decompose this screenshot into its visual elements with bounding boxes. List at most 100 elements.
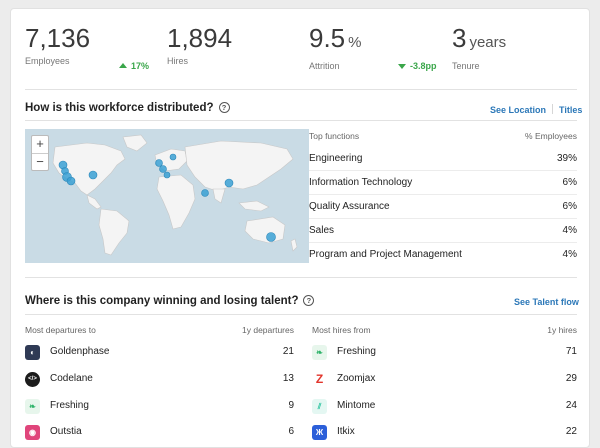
hires-value-header: 1y hires	[547, 325, 577, 335]
company-name: Goldenphase	[50, 346, 110, 357]
location-marker[interactable]	[169, 153, 177, 161]
stat-unit: years	[469, 34, 507, 51]
divider	[25, 277, 577, 278]
help-icon[interactable]: ?	[218, 102, 230, 113]
zoom-out-button[interactable]: −	[32, 153, 48, 170]
company-value: 6	[288, 426, 294, 437]
function-pct: 6%	[562, 177, 577, 188]
departures-value-header: 1y departures	[242, 325, 294, 335]
stat-hires: 1,894 Hires	[167, 23, 232, 66]
location-marker[interactable]	[163, 171, 171, 179]
function-name: Information Technology	[309, 177, 413, 188]
location-marker[interactable]	[159, 165, 167, 173]
departure-row[interactable]: ❧ Freshing 9	[25, 399, 294, 425]
employees-delta: 17%	[119, 61, 149, 71]
location-marker[interactable]	[224, 178, 234, 188]
distribution-title: How is this workforce distributed??	[25, 102, 230, 114]
company-value: 22	[565, 426, 577, 437]
location-marker[interactable]	[201, 189, 209, 197]
section-underline	[25, 314, 577, 315]
company-name: Freshing	[50, 400, 89, 411]
arrow-down-icon	[398, 64, 406, 69]
company-name: Zoomjax	[337, 373, 376, 384]
stat-value: 1,894	[167, 23, 233, 53]
company-value: 13	[282, 373, 294, 384]
function-name: Sales	[309, 225, 335, 236]
delta-value: -3.8pp	[410, 61, 437, 71]
world-map[interactable]: + −	[25, 129, 309, 263]
hire-row[interactable]: ⫽ Mintome 24	[312, 399, 577, 425]
stat-label: Attrition	[309, 61, 340, 71]
company-name: Itkix	[337, 426, 355, 437]
hires-header: Most hires from	[312, 325, 371, 335]
function-name: Program and Project Management	[309, 249, 462, 260]
stat-value: 3	[452, 23, 467, 53]
function-pct: 39%	[556, 153, 577, 164]
company-value: 24	[565, 400, 577, 411]
function-row: Engineering 39%	[309, 153, 577, 177]
zoomjax-logo-icon: Z	[312, 372, 327, 387]
goldenphase-logo-icon: ◐	[25, 345, 40, 360]
company-name: Outstia	[50, 426, 82, 437]
world-map-graphic	[52, 134, 298, 256]
link-separator	[552, 104, 554, 114]
stat-unit: %	[348, 34, 362, 51]
company-value: 71	[565, 346, 577, 357]
departure-row[interactable]: ◉ Outstia 6	[25, 425, 294, 447]
distribution-links: See Location Titles	[490, 104, 582, 115]
function-row: Program and Project Management 4%	[309, 249, 577, 273]
stat-tenure: 3 years Tenure	[452, 23, 506, 71]
function-name: Quality Assurance	[309, 201, 390, 212]
stat-value: 9.5	[309, 23, 346, 53]
function-name: Engineering	[309, 153, 363, 164]
company-value: 21	[282, 346, 294, 357]
function-row: Quality Assurance 6%	[309, 201, 577, 225]
delta-value: 17%	[131, 61, 150, 71]
company-insights-card: 7,136 Employees 17% 1,894 Hires 9.5% Att…	[10, 8, 590, 448]
location-marker[interactable]	[88, 170, 98, 180]
location-marker[interactable]	[266, 232, 276, 242]
stat-value: 7,136	[25, 23, 91, 53]
stat-label: Tenure	[452, 61, 480, 71]
hire-row[interactable]: ❧ Freshing 71	[312, 345, 577, 371]
function-pct: 4%	[562, 225, 577, 236]
mintome-logo-icon: ⫽	[312, 399, 327, 414]
stat-label: Hires	[167, 56, 189, 66]
function-row: Information Technology 6%	[309, 177, 577, 201]
freshing-logo-icon: ❧	[312, 345, 327, 360]
function-pct: 4%	[562, 249, 577, 260]
company-name: Codelane	[50, 373, 93, 384]
hire-row[interactable]: Ж Itkix 22	[312, 425, 577, 447]
departures-header: Most departures to	[25, 325, 96, 335]
divider	[25, 89, 577, 90]
zoom-in-button[interactable]: +	[32, 136, 48, 153]
company-value: 9	[288, 400, 294, 411]
function-pct: 6%	[562, 201, 577, 212]
location-marker[interactable]	[66, 176, 76, 186]
stats-row: 7,136 Employees 17% 1,894 Hires 9.5% Att…	[11, 9, 589, 89]
pct-header: % Employees	[525, 131, 577, 141]
departure-row[interactable]: </> Codelane 13	[25, 372, 294, 398]
codelane-logo-icon: </>	[25, 372, 40, 387]
hire-row[interactable]: Z Zoomjax 29	[312, 372, 577, 398]
stat-label: Employees	[25, 56, 70, 66]
arrow-up-icon	[119, 63, 127, 68]
attrition-delta: -3.8pp	[398, 61, 437, 71]
talent-flow-link-wrap: See Talent flow	[514, 297, 579, 307]
functions-header: Top functions	[309, 131, 360, 141]
map-zoom-control: + −	[31, 135, 49, 171]
company-name: Freshing	[337, 346, 376, 357]
titles-link[interactable]: Titles	[559, 105, 582, 115]
help-icon[interactable]: ?	[303, 295, 315, 306]
talent-title: Where is this company winning and losing…	[25, 295, 315, 307]
departure-row[interactable]: ◐ Goldenphase 21	[25, 345, 294, 371]
see-talent-flow-link[interactable]: See Talent flow	[514, 297, 579, 307]
section-underline	[25, 120, 577, 121]
stat-employees: 7,136 Employees	[25, 23, 90, 66]
see-location-link[interactable]: See Location	[490, 105, 546, 115]
location-marker[interactable]	[155, 159, 163, 167]
company-name: Mintome	[337, 400, 376, 411]
function-row: Sales 4%	[309, 225, 577, 249]
freshing-logo-icon: ❧	[25, 399, 40, 414]
company-value: 29	[565, 373, 577, 384]
